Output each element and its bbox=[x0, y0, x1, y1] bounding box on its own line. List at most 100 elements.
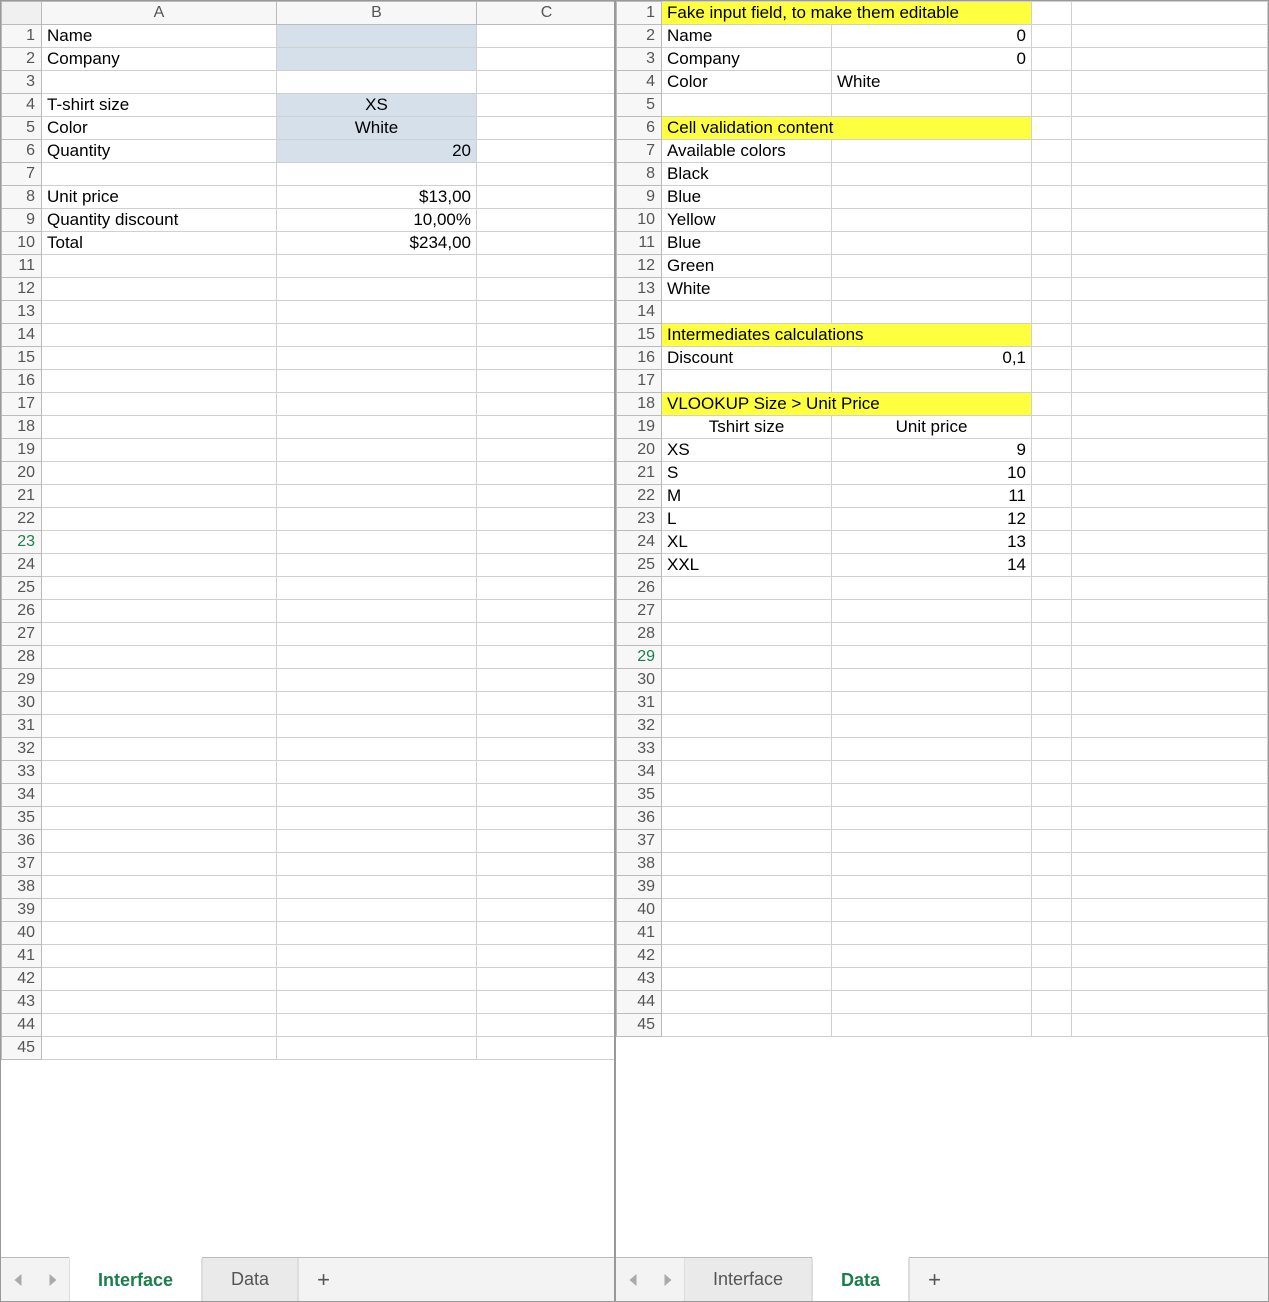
row-header[interactable]: 35 bbox=[617, 784, 662, 807]
cell[interactable] bbox=[277, 462, 477, 485]
row-header[interactable]: 14 bbox=[617, 301, 662, 324]
cell[interactable] bbox=[1032, 416, 1072, 439]
cell[interactable]: XS bbox=[662, 439, 832, 462]
cell[interactable] bbox=[1072, 1014, 1268, 1037]
cell[interactable] bbox=[1072, 899, 1268, 922]
cell[interactable] bbox=[277, 485, 477, 508]
cell[interactable] bbox=[662, 370, 832, 393]
cell[interactable] bbox=[477, 876, 615, 899]
cell[interactable] bbox=[277, 784, 477, 807]
row-header[interactable]: 22 bbox=[2, 508, 42, 531]
cell[interactable]: S bbox=[662, 462, 832, 485]
cell[interactable] bbox=[832, 370, 1032, 393]
cell[interactable] bbox=[662, 1014, 832, 1037]
cell[interactable] bbox=[477, 531, 615, 554]
row-header[interactable]: 31 bbox=[2, 715, 42, 738]
tab-data[interactable]: Data bbox=[812, 1257, 909, 1301]
cell[interactable] bbox=[1072, 255, 1268, 278]
row-header[interactable]: 33 bbox=[2, 761, 42, 784]
cell[interactable] bbox=[477, 899, 615, 922]
row-header[interactable]: 6 bbox=[617, 117, 662, 140]
row-header[interactable]: 8 bbox=[617, 163, 662, 186]
row-header[interactable]: 39 bbox=[2, 899, 42, 922]
cell[interactable] bbox=[477, 508, 615, 531]
cell[interactable] bbox=[477, 761, 615, 784]
row-header[interactable]: 42 bbox=[2, 968, 42, 991]
cell[interactable] bbox=[832, 140, 1032, 163]
row-header[interactable]: 7 bbox=[617, 140, 662, 163]
cell[interactable]: Company bbox=[662, 48, 832, 71]
cell[interactable] bbox=[277, 416, 477, 439]
cell[interactable] bbox=[1032, 508, 1072, 531]
row-header[interactable]: 23 bbox=[2, 531, 42, 554]
row-header[interactable]: 6 bbox=[2, 140, 42, 163]
cell[interactable] bbox=[277, 968, 477, 991]
cell[interactable] bbox=[662, 853, 832, 876]
cell[interactable] bbox=[42, 600, 277, 623]
row-header[interactable]: 11 bbox=[617, 232, 662, 255]
cell[interactable] bbox=[662, 899, 832, 922]
row-header[interactable]: 27 bbox=[2, 623, 42, 646]
cell[interactable] bbox=[42, 278, 277, 301]
cell[interactable] bbox=[42, 577, 277, 600]
cell[interactable] bbox=[1032, 646, 1072, 669]
cell[interactable] bbox=[1072, 71, 1268, 94]
cell[interactable] bbox=[1032, 899, 1072, 922]
cell[interactable] bbox=[1032, 945, 1072, 968]
cell[interactable] bbox=[1072, 94, 1268, 117]
add-sheet-button[interactable]: + bbox=[298, 1258, 348, 1301]
cell[interactable] bbox=[42, 945, 277, 968]
cell[interactable] bbox=[662, 692, 832, 715]
row-header[interactable]: 45 bbox=[617, 1014, 662, 1037]
row-header[interactable]: 17 bbox=[2, 393, 42, 416]
cell[interactable] bbox=[832, 807, 1032, 830]
cell[interactable] bbox=[1032, 1014, 1072, 1037]
cell[interactable] bbox=[277, 807, 477, 830]
row-header[interactable]: 37 bbox=[2, 853, 42, 876]
row-header[interactable]: 41 bbox=[2, 945, 42, 968]
cell[interactable]: Fake input field, to make them editable bbox=[662, 2, 1032, 25]
cell[interactable] bbox=[42, 531, 277, 554]
cell[interactable] bbox=[277, 692, 477, 715]
cell[interactable] bbox=[477, 25, 615, 48]
cell[interactable] bbox=[1032, 25, 1072, 48]
row-header[interactable]: 33 bbox=[617, 738, 662, 761]
cell[interactable] bbox=[477, 370, 615, 393]
cell[interactable]: Name bbox=[42, 25, 277, 48]
cell[interactable] bbox=[1072, 991, 1268, 1014]
cell[interactable] bbox=[42, 462, 277, 485]
cell[interactable]: XS bbox=[277, 94, 477, 117]
cell[interactable] bbox=[662, 945, 832, 968]
cell[interactable] bbox=[277, 922, 477, 945]
cell[interactable] bbox=[277, 1037, 477, 1060]
row-header[interactable]: 30 bbox=[617, 669, 662, 692]
cell[interactable] bbox=[277, 71, 477, 94]
cell[interactable] bbox=[42, 738, 277, 761]
cell[interactable] bbox=[832, 209, 1032, 232]
cell[interactable] bbox=[1072, 876, 1268, 899]
cell[interactable] bbox=[1072, 508, 1268, 531]
row-header[interactable]: 34 bbox=[617, 761, 662, 784]
cell[interactable] bbox=[1072, 922, 1268, 945]
cell[interactable] bbox=[662, 807, 832, 830]
cell[interactable] bbox=[42, 784, 277, 807]
row-header[interactable]: 5 bbox=[2, 117, 42, 140]
cell[interactable] bbox=[1072, 347, 1268, 370]
cell[interactable] bbox=[1072, 577, 1268, 600]
cell[interactable] bbox=[662, 301, 832, 324]
cell[interactable]: Available colors bbox=[662, 140, 832, 163]
row-header[interactable]: 24 bbox=[2, 554, 42, 577]
col-header[interactable]: B bbox=[277, 2, 477, 25]
row-header[interactable]: 16 bbox=[2, 370, 42, 393]
cell[interactable] bbox=[477, 324, 615, 347]
cell[interactable] bbox=[1032, 117, 1072, 140]
cell[interactable] bbox=[277, 577, 477, 600]
cell[interactable]: $234,00 bbox=[277, 232, 477, 255]
cell[interactable] bbox=[1032, 715, 1072, 738]
cell[interactable] bbox=[1032, 669, 1072, 692]
cell[interactable] bbox=[1032, 94, 1072, 117]
cell[interactable] bbox=[1072, 669, 1268, 692]
cell[interactable] bbox=[42, 922, 277, 945]
cell[interactable] bbox=[277, 163, 477, 186]
row-header[interactable]: 16 bbox=[617, 347, 662, 370]
